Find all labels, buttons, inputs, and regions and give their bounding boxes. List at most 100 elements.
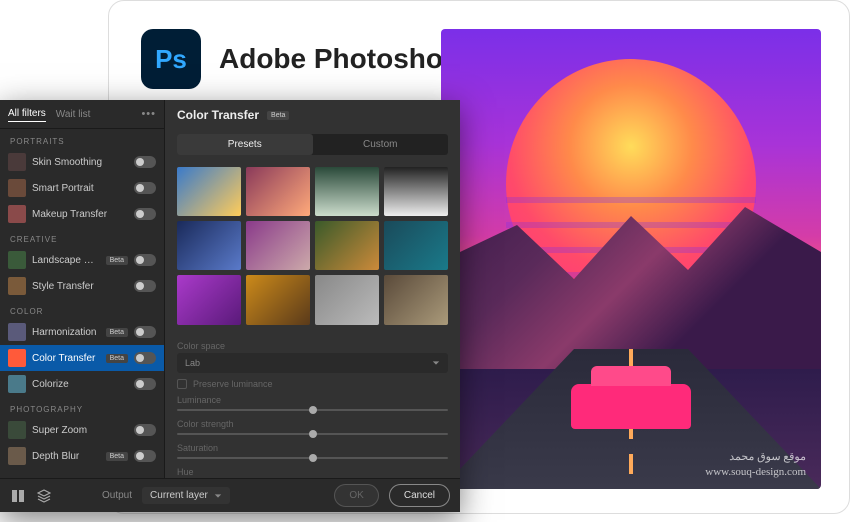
filter-toggle[interactable] bbox=[134, 208, 156, 220]
params: Color space Lab Preserve luminance Lumin… bbox=[165, 333, 460, 478]
slider-thumb[interactable] bbox=[309, 454, 317, 462]
preset-thumb[interactable] bbox=[384, 221, 448, 270]
filters-sidebar: All filters Wait list ••• PORTRAITS Skin … bbox=[0, 100, 165, 478]
preset-thumb[interactable] bbox=[177, 167, 241, 216]
filter-thumb bbox=[8, 277, 26, 295]
slider-label: Hue bbox=[177, 467, 448, 477]
sidebar-tabs: All filters Wait list ••• bbox=[0, 100, 164, 129]
filter-name: Harmonization bbox=[32, 327, 100, 338]
filter-toggle[interactable] bbox=[134, 352, 156, 364]
filter-badge: Beta bbox=[106, 354, 128, 363]
filter-item[interactable]: Super Zoom bbox=[0, 417, 164, 443]
preset-thumb[interactable] bbox=[315, 167, 379, 216]
layers-icon[interactable] bbox=[36, 488, 52, 504]
slider-label: Color strength bbox=[177, 419, 448, 429]
neural-filters-panel: All filters Wait list ••• PORTRAITS Skin … bbox=[0, 100, 460, 512]
filter-item[interactable]: Harmonization Beta bbox=[0, 319, 164, 345]
filter-thumb bbox=[8, 349, 26, 367]
artwork-car bbox=[571, 384, 691, 429]
preset-thumb[interactable] bbox=[384, 275, 448, 324]
slider[interactable] bbox=[177, 433, 448, 435]
category-header: PORTRAITS bbox=[0, 129, 164, 149]
preset-thumb[interactable] bbox=[177, 275, 241, 324]
output-select[interactable]: Current layer bbox=[142, 487, 230, 504]
filter-name: Smart Portrait bbox=[32, 183, 128, 194]
seg-presets[interactable]: Presets bbox=[177, 134, 313, 155]
filter-item[interactable]: Smart Portrait bbox=[0, 175, 164, 201]
category-header: PHOTOGRAPHY bbox=[0, 397, 164, 417]
filter-thumb bbox=[8, 179, 26, 197]
filter-name: Makeup Transfer bbox=[32, 209, 128, 220]
category-header: CREATIVE bbox=[0, 227, 164, 247]
tab-wait-list[interactable]: Wait list bbox=[56, 107, 91, 122]
filter-name: Super Zoom bbox=[32, 425, 128, 436]
filter-item[interactable]: Depth Blur Beta bbox=[0, 443, 164, 469]
tab-more-icon[interactable]: ••• bbox=[141, 108, 156, 120]
filter-badge: Beta bbox=[106, 328, 128, 337]
filter-editor: Color Transfer Beta Presets Custom Color… bbox=[165, 100, 460, 478]
filter-thumb bbox=[8, 447, 26, 465]
filter-name: Style Transfer bbox=[32, 281, 128, 292]
filter-badge: Beta bbox=[106, 256, 128, 265]
filter-toggle[interactable] bbox=[134, 424, 156, 436]
watermark: موقع سوق محمد www.souq-design.com bbox=[705, 450, 806, 479]
preset-thumb[interactable] bbox=[315, 221, 379, 270]
preserve-luminance-label: Preserve luminance bbox=[193, 379, 273, 389]
category-header: COLOR bbox=[0, 299, 164, 319]
seg-custom[interactable]: Custom bbox=[313, 134, 449, 155]
preset-thumb[interactable] bbox=[246, 275, 310, 324]
slider-thumb[interactable] bbox=[309, 430, 317, 438]
layout-icon[interactable] bbox=[10, 488, 26, 504]
filter-name: Color Transfer bbox=[32, 353, 100, 364]
preset-thumb[interactable] bbox=[246, 221, 310, 270]
preset-thumb[interactable] bbox=[246, 167, 310, 216]
filter-item[interactable]: Makeup Transfer bbox=[0, 201, 164, 227]
filter-item[interactable]: Landscape Mixer Beta bbox=[0, 247, 164, 273]
photoshop-icon: Ps bbox=[141, 29, 201, 89]
preserve-luminance-row[interactable]: Preserve luminance bbox=[177, 379, 448, 389]
slider-thumb[interactable] bbox=[309, 406, 317, 414]
cancel-button[interactable]: Cancel bbox=[389, 484, 450, 507]
filter-thumb bbox=[8, 205, 26, 223]
chevron-down-icon bbox=[432, 359, 440, 367]
filter-thumb bbox=[8, 251, 26, 269]
filter-name: Colorize bbox=[32, 379, 128, 390]
preserve-luminance-checkbox[interactable] bbox=[177, 379, 187, 389]
filter-toggle[interactable] bbox=[134, 182, 156, 194]
filter-item[interactable]: Style Transfer bbox=[0, 273, 164, 299]
filter-item[interactable]: Skin Smoothing bbox=[0, 149, 164, 175]
filter-toggle[interactable] bbox=[134, 450, 156, 462]
output-label: Output bbox=[102, 490, 132, 501]
preset-thumb[interactable] bbox=[384, 167, 448, 216]
filter-thumb bbox=[8, 323, 26, 341]
filter-toggle[interactable] bbox=[134, 280, 156, 292]
slider[interactable] bbox=[177, 409, 448, 411]
filter-thumb bbox=[8, 421, 26, 439]
app-title: Adobe Photoshop bbox=[219, 43, 460, 75]
filter-toggle[interactable] bbox=[134, 254, 156, 266]
filter-item[interactable]: Color Transfer Beta bbox=[0, 345, 164, 371]
tab-all-filters[interactable]: All filters bbox=[8, 106, 46, 122]
color-space-select[interactable]: Lab bbox=[177, 353, 448, 373]
artwork-dunes bbox=[441, 189, 821, 369]
filter-thumb bbox=[8, 153, 26, 171]
filter-thumb bbox=[8, 375, 26, 393]
filter-badge: Beta bbox=[106, 452, 128, 461]
filter-toggle[interactable] bbox=[134, 156, 156, 168]
slider-label: Saturation bbox=[177, 443, 448, 453]
preset-thumb[interactable] bbox=[177, 221, 241, 270]
filter-toggle[interactable] bbox=[134, 378, 156, 390]
filter-toggle[interactable] bbox=[134, 326, 156, 338]
preset-custom-segment: Presets Custom bbox=[177, 134, 448, 155]
panel-footer: Output Current layer OK Cancel bbox=[0, 478, 460, 512]
preset-thumb[interactable] bbox=[315, 275, 379, 324]
slider-label: Luminance bbox=[177, 395, 448, 405]
color-space-label: Color space bbox=[177, 341, 448, 351]
filter-name: Landscape Mixer bbox=[32, 255, 100, 266]
ok-button[interactable]: OK bbox=[334, 484, 378, 507]
filter-name: Depth Blur bbox=[32, 451, 100, 462]
filter-item[interactable]: Colorize bbox=[0, 371, 164, 397]
editor-title: Color Transfer bbox=[177, 108, 259, 122]
filter-name: Skin Smoothing bbox=[32, 157, 128, 168]
slider[interactable] bbox=[177, 457, 448, 459]
